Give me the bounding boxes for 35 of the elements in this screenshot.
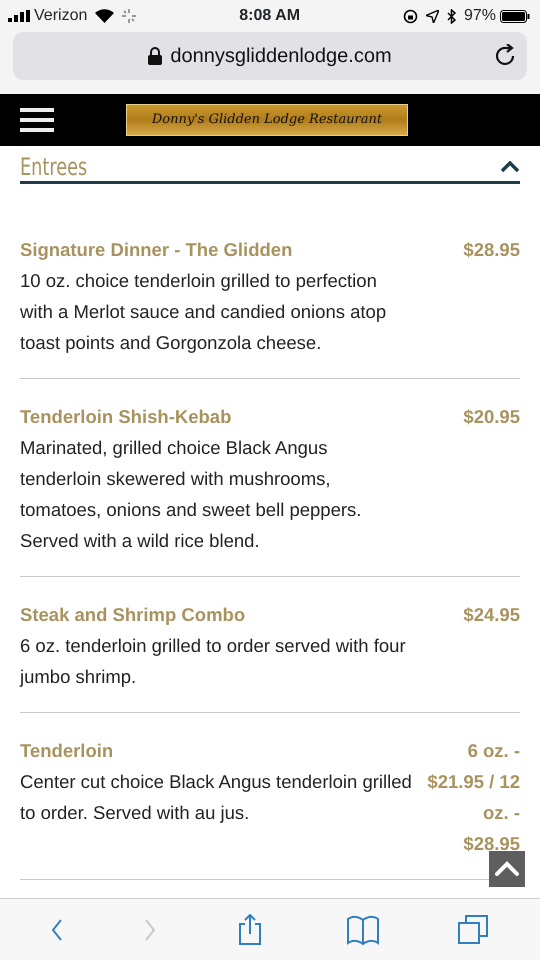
dish-name: Tenderloin [20, 739, 114, 763]
carrier-name: Verizon [34, 6, 88, 26]
dish-name: Tenderloin Shish-Kebab [20, 405, 232, 429]
chevron-icon[interactable] [500, 160, 520, 172]
battery-percent: 97% [464, 6, 496, 26]
book-icon [347, 914, 380, 946]
dish-price: $20.95 [462, 405, 520, 429]
section-title: Entrees [20, 152, 88, 182]
loading-icon [122, 9, 136, 23]
dish-description: 6 oz. tenderloin grilled to order served with four jumbo shrimp. [20, 634, 407, 689]
dish-price: 6 oz. - $21.95 / 12 oz. - $28.95 [426, 739, 520, 856]
restaurant-logo[interactable]: Donny's Glidden Lodge Restaurant [126, 104, 408, 136]
clock-time: 8:08 AM [239, 7, 300, 24]
dish-name: Signature Dinner - The Glidden [20, 238, 294, 262]
url-text: donnysgliddenlodge.com [170, 44, 392, 69]
dish-price: $28.95 [462, 238, 520, 262]
bluetooth-icon [446, 8, 456, 24]
rotation-lock-icon [402, 8, 418, 24]
address-bar[interactable]: donnysgliddenlodge.com [13, 32, 527, 80]
menu-button[interactable] [20, 108, 54, 132]
back-to-top-button[interactable] [489, 851, 525, 887]
chevron-left-icon [50, 918, 64, 940]
tabs-icon [458, 914, 490, 946]
dish-description: Marinated, grilled choice Black Angus tenderloin skewered with mushrooms, tomatoes, onions and sweet bell peppers. Served with a wild rice blend. [20, 436, 362, 553]
chevron-right-icon [142, 918, 157, 940]
battery-icon [500, 10, 530, 22]
signal-icon [8, 10, 30, 22]
lock-icon [148, 47, 162, 65]
location-icon [426, 10, 439, 22]
dish-description: 10 oz. choice tenderloin grilled to perfection with a Merlot sauce and candied onions atop toast points and Gorgonzola cheese. [20, 269, 388, 355]
dish-description: Center cut choice Black Angus tenderloin grilled to order. Served with au jus. [20, 770, 413, 825]
reload-icon[interactable] [495, 44, 517, 68]
wifi-icon [95, 9, 114, 23]
dish-price: $24.95 [462, 603, 520, 627]
dish-name: Steak and Shrimp Combo [20, 603, 246, 627]
